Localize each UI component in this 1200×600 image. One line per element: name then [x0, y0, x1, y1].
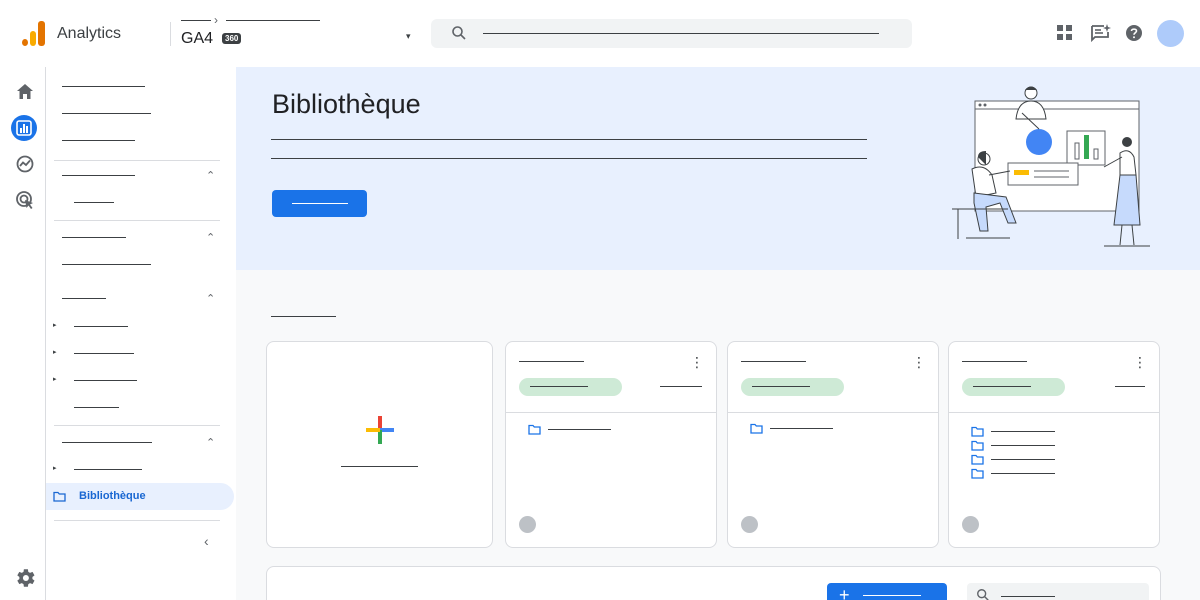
nav-subitem[interactable]: [74, 353, 134, 354]
hero-banner: Bibliothèque: [236, 67, 1200, 270]
table-search-input[interactable]: [967, 583, 1149, 600]
nav-subitem[interactable]: [74, 380, 137, 381]
chevron-up-icon[interactable]: ⌃: [206, 437, 215, 449]
collapse-sidebar-icon[interactable]: ‹: [204, 533, 209, 549]
chevron-up-icon[interactable]: ⌃: [206, 170, 215, 182]
app-name[interactable]: Analytics: [57, 25, 121, 43]
nav-section-header[interactable]: [62, 175, 135, 176]
feedback-icon[interactable]: [1089, 22, 1111, 44]
advertising-icon[interactable]: [14, 189, 36, 211]
breadcrumb-account[interactable]: [181, 20, 211, 21]
reports-nav-active[interactable]: [11, 115, 37, 141]
nav-divider: [54, 520, 220, 521]
help-icon[interactable]: [1123, 22, 1145, 44]
folder-icon: [971, 454, 984, 465]
card-divider: [949, 412, 1159, 413]
chevron-up-icon[interactable]: ⌃: [206, 293, 215, 305]
card-divider: [728, 412, 938, 413]
avatar: [962, 516, 979, 533]
collection-card[interactable]: ⋮: [505, 341, 717, 548]
nav-item[interactable]: [62, 113, 151, 114]
sidebar-item-bibliotheque[interactable]: Bibliothèque: [46, 483, 234, 510]
create-new-card[interactable]: [266, 341, 493, 548]
more-vert-icon[interactable]: ⋮: [912, 355, 926, 369]
folder-icon: [971, 426, 984, 437]
analytics-logo-icon[interactable]: [22, 20, 46, 46]
nav-subitem[interactable]: [74, 326, 128, 327]
folder-icon: [971, 468, 984, 479]
sidebar-item-label: Bibliothèque: [79, 490, 146, 502]
main-content: Bibliothèque ⋮ ⋮ ⋮ +: [236, 67, 1200, 600]
expand-arrow-icon[interactable]: ▸: [53, 349, 57, 357]
nav-divider: [54, 220, 220, 221]
nav-item[interactable]: [62, 86, 145, 87]
reports-icon: [16, 120, 32, 136]
nav-subitem[interactable]: [74, 469, 142, 470]
nav-subitem[interactable]: [62, 264, 151, 265]
account-avatar[interactable]: [1157, 20, 1184, 47]
expand-arrow-icon[interactable]: ▸: [53, 376, 57, 384]
chevron-up-icon[interactable]: ⌃: [206, 232, 215, 244]
hero-description: [271, 158, 867, 159]
property-name[interactable]: GA4: [181, 30, 213, 48]
status-badge: [962, 378, 1065, 396]
folder-icon: [53, 491, 66, 502]
avatar: [741, 516, 758, 533]
home-icon[interactable]: [14, 81, 36, 103]
nav-item[interactable]: [62, 140, 135, 141]
breadcrumb-separator: ›: [214, 13, 218, 27]
nav-divider: [54, 425, 220, 426]
card-meta: [1115, 386, 1145, 387]
section-heading: [271, 316, 336, 317]
expand-arrow-icon[interactable]: ▸: [53, 322, 57, 330]
nav-section-header[interactable]: [62, 237, 126, 238]
reports-table-card: +: [266, 566, 1161, 600]
folder-icon: [971, 440, 984, 451]
nav-section-header[interactable]: [62, 442, 152, 443]
top-bar: Analytics › GA4 360 ▾: [0, 0, 1200, 67]
search-icon: [452, 26, 466, 40]
create-button[interactable]: +: [827, 583, 947, 600]
search-bar[interactable]: [431, 19, 912, 48]
card-title: [962, 361, 1027, 362]
plus-icon: [366, 416, 394, 444]
nav-subitem[interactable]: [74, 407, 119, 408]
folder-icon: [750, 423, 763, 434]
card-title: [519, 361, 584, 362]
avatar: [519, 516, 536, 533]
nav-section-header[interactable]: [62, 298, 106, 299]
nav-subitem[interactable]: [74, 202, 114, 203]
card-title: [741, 361, 806, 362]
status-badge: [519, 378, 622, 396]
property-dropdown-caret[interactable]: ▾: [406, 31, 411, 42]
more-vert-icon[interactable]: ⋮: [1133, 355, 1147, 369]
more-vert-icon[interactable]: ⋮: [690, 355, 704, 369]
search-placeholder: [483, 33, 879, 34]
card-meta: [660, 386, 702, 387]
hero-description: [271, 139, 867, 140]
search-icon: [977, 589, 989, 600]
side-navigation: ⌃ ⌃ ⌃ ▸ ▸ ▸ ⌃ ▸ Bibliothèque ‹: [46, 67, 236, 600]
folder-icon: [528, 424, 541, 435]
card-divider: [506, 412, 716, 413]
create-new-label: [341, 466, 418, 467]
plus-icon: +: [839, 585, 850, 600]
nav-divider: [54, 160, 220, 161]
gear-icon[interactable]: [13, 566, 37, 590]
page-title: Bibliothèque: [272, 89, 421, 119]
apps-grid-icon[interactable]: [1054, 22, 1076, 44]
property-badge: 360: [222, 33, 242, 44]
status-badge: [741, 378, 844, 396]
library-illustration: [952, 86, 1150, 247]
breadcrumb-property[interactable]: [226, 20, 320, 21]
collection-card[interactable]: ⋮: [948, 341, 1160, 548]
explore-icon[interactable]: [14, 153, 36, 175]
hero-action-button[interactable]: [272, 190, 367, 217]
collection-card[interactable]: ⋮: [727, 341, 939, 548]
expand-arrow-icon[interactable]: ▸: [53, 465, 57, 473]
divider: [170, 22, 171, 46]
left-rail: [0, 67, 46, 600]
